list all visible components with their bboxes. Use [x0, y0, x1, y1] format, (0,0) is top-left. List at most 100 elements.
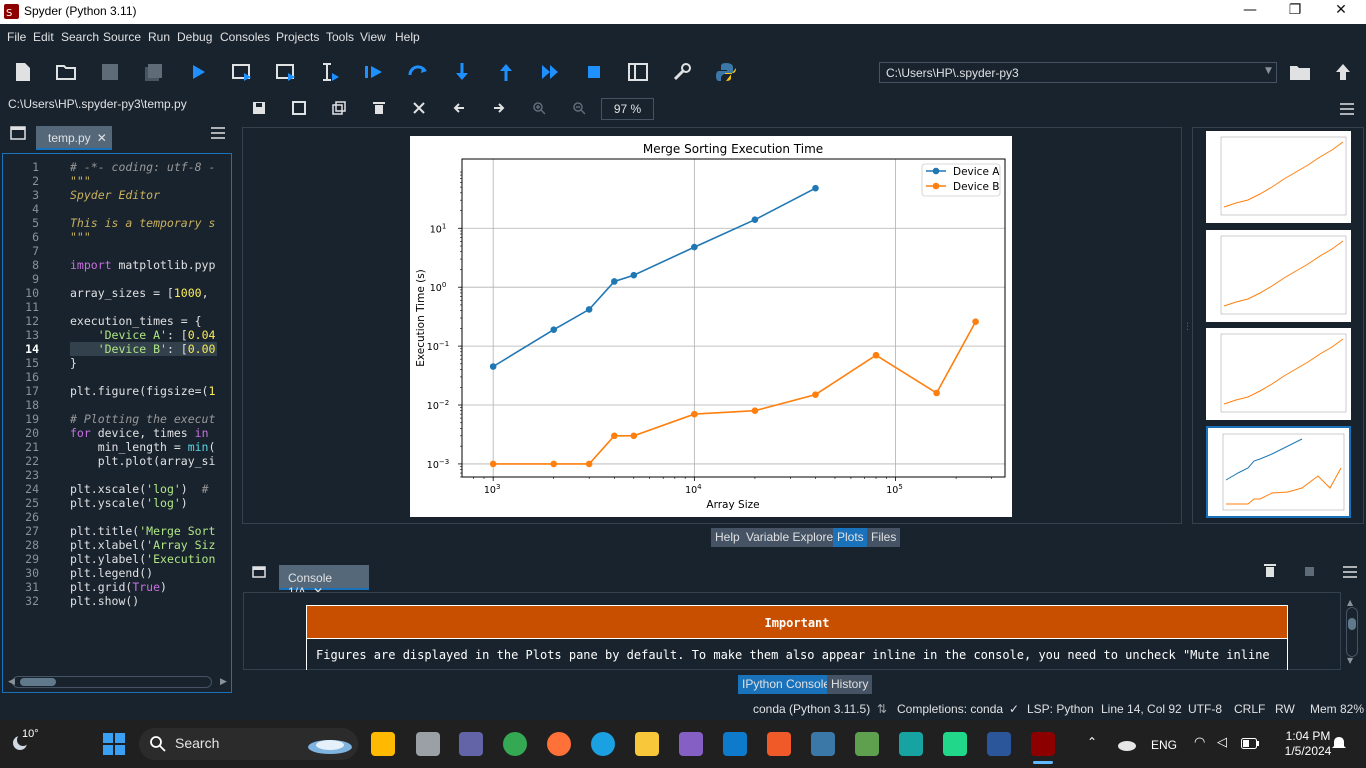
run-cell-icon[interactable]: [231, 61, 253, 83]
console-scroll-up-icon[interactable]: ▲: [1347, 598, 1353, 607]
preferences-wrench-icon[interactable]: [671, 61, 693, 83]
taskbar-firefox-icon[interactable]: [547, 732, 571, 756]
taskbar-chat-icon[interactable]: [459, 732, 483, 756]
tab-variable-explorer[interactable]: Variable Explorer: [742, 528, 842, 547]
notification-bell-icon[interactable]: [1331, 736, 1347, 752]
remove-variables-icon[interactable]: [1264, 564, 1276, 578]
delete-plot-icon[interactable]: [372, 101, 386, 115]
maximize-pane-icon[interactable]: [627, 61, 649, 83]
open-file-icon[interactable]: [55, 61, 77, 83]
taskbar-chrome-icon[interactable]: [503, 732, 527, 756]
plot-thumbnail-1[interactable]: [1206, 131, 1351, 223]
close-button[interactable]: ✕: [1318, 2, 1364, 18]
browse-tabs-icon[interactable]: [10, 126, 26, 140]
plots-options-menu-icon[interactable]: [1340, 103, 1354, 115]
save-plot-icon[interactable]: [252, 101, 266, 115]
browse-consoles-icon[interactable]: [252, 566, 266, 578]
taskbar-spyder-icon[interactable]: [1031, 732, 1055, 756]
menu-source[interactable]: Source: [103, 30, 141, 44]
debug-step-return-icon[interactable]: [495, 61, 517, 83]
status-environment[interactable]: conda (Python 3.11.5): [753, 702, 870, 716]
menu-search[interactable]: Search: [61, 30, 99, 44]
delete-all-plots-icon[interactable]: [412, 101, 426, 115]
tab-help[interactable]: Help: [711, 528, 744, 547]
tab-plots[interactable]: Plots: [833, 528, 868, 547]
taskbar-anaconda-icon[interactable]: [899, 732, 923, 756]
menu-file[interactable]: File: [7, 30, 26, 44]
taskbar-nodejs-icon[interactable]: [855, 732, 879, 756]
copy-plot-icon[interactable]: [332, 101, 346, 115]
taskbar-file-explorer-icon[interactable]: [635, 732, 659, 756]
menu-help[interactable]: Help: [395, 30, 420, 44]
battery-icon[interactable]: [1241, 738, 1259, 749]
run-selection-icon[interactable]: [319, 61, 341, 83]
code-editor[interactable]: 1 2 3 4 5 6 7 8 9 10 11 12 13 14 15 16 17 18 19 20 21 22 23 24 2…: [2, 153, 232, 693]
language-indicator[interactable]: ENG: [1151, 738, 1177, 752]
debug-continue-icon[interactable]: [539, 61, 561, 83]
debug-step-into-icon[interactable]: [451, 61, 473, 83]
previous-plot-icon[interactable]: [452, 101, 466, 115]
volume-icon[interactable]: ◁: [1217, 735, 1227, 750]
console-scroll-down-icon[interactable]: ▼: [1347, 656, 1353, 665]
run-cell-advance-icon[interactable]: [275, 61, 297, 83]
maximize-button[interactable]: ❐: [1272, 2, 1318, 18]
console-scroll-thumb[interactable]: [1348, 618, 1356, 630]
menu-tools[interactable]: Tools: [326, 30, 354, 44]
save-all-plots-icon[interactable]: [292, 101, 306, 115]
tab-history[interactable]: History: [827, 675, 873, 694]
onedrive-cloud-icon[interactable]: [1116, 737, 1136, 751]
splitter-handle-icon[interactable]: ⋮: [1183, 322, 1192, 332]
menu-projects[interactable]: Projects: [276, 30, 319, 44]
debug-step-over-icon[interactable]: [407, 61, 429, 83]
save-all-icon[interactable]: [143, 61, 165, 83]
taskbar-app-copilot-icon[interactable]: [371, 732, 395, 756]
tab-files[interactable]: Files: [867, 528, 901, 547]
working-directory-dropdown-icon[interactable]: ▼: [1265, 66, 1272, 76]
search-highlight-snow-icon[interactable]: [306, 733, 354, 755]
wifi-icon[interactable]: ◠: [1194, 735, 1205, 750]
python-path-icon[interactable]: [715, 61, 737, 83]
taskbar-python-icon[interactable]: [811, 732, 835, 756]
plots-toolbar: [241, 95, 1366, 123]
save-icon[interactable]: [99, 61, 121, 83]
taskbar-vscode-icon[interactable]: [723, 732, 747, 756]
windows-start-icon[interactable]: [103, 733, 125, 755]
taskbar-task-view-icon[interactable]: [416, 732, 440, 756]
taskbar-xampp-icon[interactable]: [767, 732, 791, 756]
interrupt-kernel-icon[interactable]: [1305, 567, 1314, 576]
minimize-button[interactable]: —: [1227, 2, 1273, 18]
zoom-out-icon[interactable]: [572, 101, 586, 115]
weather-temperature[interactable]: 10°: [22, 728, 39, 740]
new-file-icon[interactable]: [12, 61, 34, 83]
browse-folder-icon[interactable]: [1289, 62, 1311, 82]
close-tab-icon[interactable]: ✕: [97, 131, 107, 145]
debug-stop-icon[interactable]: [583, 61, 605, 83]
next-plot-icon[interactable]: [492, 101, 506, 115]
menu-edit[interactable]: Edit: [33, 30, 54, 44]
plot-thumbnail-4-selected[interactable]: [1206, 426, 1351, 518]
menu-run[interactable]: Run: [148, 30, 170, 44]
debug-icon[interactable]: [363, 61, 385, 83]
console-tab[interactable]: Console 1/A✕: [279, 565, 369, 599]
plot-thumbnail-3[interactable]: [1206, 328, 1351, 420]
editor-tab-temp-py[interactable]: temp.py ✕: [36, 126, 112, 150]
taskbar-pycharm-icon[interactable]: [943, 732, 967, 756]
taskbar-word-icon[interactable]: [987, 732, 1011, 756]
zoom-in-icon[interactable]: [532, 101, 546, 115]
tab-ipython-console[interactable]: IPython Console: [738, 675, 835, 694]
plot-thumbnail-2[interactable]: [1206, 230, 1351, 322]
show-hidden-icons-chevron-icon[interactable]: ⌃: [1087, 735, 1097, 749]
parent-directory-icon[interactable]: [1333, 62, 1353, 82]
code-area[interactable]: # -*- coding: utf-8 - """ Spyder Editor Thi…: [67, 154, 217, 674]
menu-consoles[interactable]: Consoles: [220, 30, 270, 44]
console-scrollbar[interactable]: [1346, 607, 1358, 657]
taskbar-clock[interactable]: 1:04 PM 1/5/2024: [1282, 729, 1334, 759]
taskbar-visual-studio-icon[interactable]: [679, 732, 703, 756]
run-icon[interactable]: [187, 61, 209, 83]
editor-options-menu-icon[interactable]: [211, 127, 225, 139]
taskbar-edge-icon[interactable]: [591, 732, 615, 756]
menu-debug[interactable]: Debug: [177, 30, 212, 44]
working-directory-input[interactable]: C:\Users\HP\.spyder-py3: [879, 62, 1277, 83]
menu-view[interactable]: View: [360, 30, 386, 44]
console-options-menu-icon[interactable]: [1343, 566, 1357, 578]
